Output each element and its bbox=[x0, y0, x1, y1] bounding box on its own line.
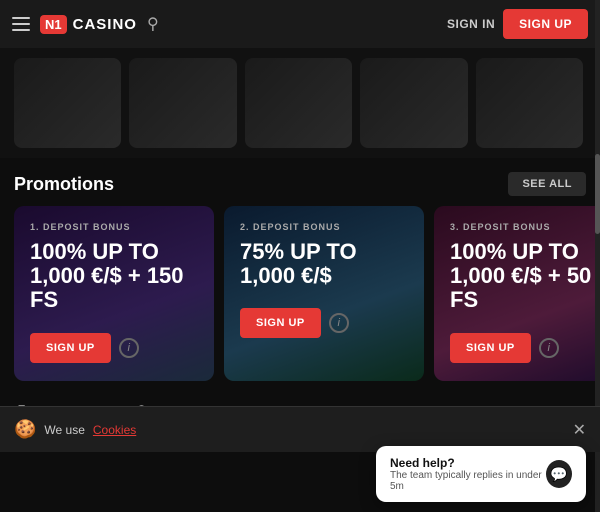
promo-bottom-2: SIGN UP i bbox=[240, 308, 408, 338]
header: N1 CASINO ⚲ SIGN IN SIGN UP bbox=[0, 0, 600, 48]
promo-signup-button-3[interactable]: SIGN UP bbox=[450, 333, 531, 363]
info-icon-1[interactable]: i bbox=[119, 338, 139, 358]
promo-deposit-label-3: 3. DEPOSIT BONUS bbox=[450, 222, 600, 232]
game-thumb-3[interactable] bbox=[245, 58, 352, 148]
chat-bubble-icon[interactable]: 💬 bbox=[546, 460, 572, 488]
header-left: N1 CASINO ⚲ bbox=[12, 14, 159, 34]
promo-bottom-3: SIGN UP i bbox=[450, 333, 600, 363]
chat-subtext: The team typically replies in under 5m bbox=[390, 470, 546, 492]
see-all-button[interactable]: SEE ALL bbox=[508, 172, 586, 196]
scrollbar-thumb[interactable] bbox=[595, 154, 600, 234]
promo-amount-2: 75% UP TO 1,000 €/$ bbox=[240, 240, 408, 288]
promotions-title: Promotions bbox=[14, 174, 114, 195]
header-right: SIGN IN SIGN UP bbox=[447, 9, 588, 39]
cookie-link[interactable]: Cookies bbox=[93, 423, 136, 437]
chat-text-block: Need help? The team typically replies in… bbox=[390, 456, 546, 492]
signin-button[interactable]: SIGN IN bbox=[447, 17, 495, 31]
promo-deposit-label-2: 2. DEPOSIT BONUS bbox=[240, 222, 408, 232]
promotions-header: Promotions SEE ALL bbox=[0, 158, 600, 206]
chat-widget[interactable]: Need help? The team typically replies in… bbox=[376, 446, 586, 502]
logo-container: N1 CASINO bbox=[40, 15, 137, 34]
promotions-row: 1. DEPOSIT BONUS 100% UP TO 1,000 €/$ + … bbox=[0, 206, 600, 381]
info-icon-2[interactable]: i bbox=[329, 313, 349, 333]
game-thumb-4[interactable] bbox=[360, 58, 467, 148]
game-thumb-1[interactable] bbox=[14, 58, 121, 148]
promo-card-1: 1. DEPOSIT BONUS 100% UP TO 1,000 €/$ + … bbox=[14, 206, 214, 381]
cookie-left: 🍪 We use Cookies bbox=[14, 419, 136, 440]
logo-n1: N1 bbox=[40, 15, 67, 34]
game-thumb-5[interactable] bbox=[476, 58, 583, 148]
promo-amount-3: 100% UP TO 1,000 €/$ + 50 FS bbox=[450, 240, 600, 313]
signup-button[interactable]: SIGN UP bbox=[503, 9, 588, 39]
game-thumb-2[interactable] bbox=[129, 58, 236, 148]
thumbnails-row bbox=[0, 48, 600, 158]
info-icon-3[interactable]: i bbox=[539, 338, 559, 358]
promo-deposit-label-1: 1. DEPOSIT BONUS bbox=[30, 222, 198, 232]
cookie-text: We use bbox=[44, 423, 84, 437]
chat-need-help: Need help? bbox=[390, 456, 546, 470]
promo-card-2: 2. DEPOSIT BONUS 75% UP TO 1,000 €/$ SIG… bbox=[224, 206, 424, 381]
logo-casino: CASINO bbox=[73, 16, 137, 33]
menu-icon[interactable] bbox=[12, 17, 30, 31]
search-icon[interactable]: ⚲ bbox=[147, 14, 159, 34]
promo-card-3: 3. DEPOSIT BONUS 100% UP TO 1,000 €/$ + … bbox=[434, 206, 600, 381]
cookie-icon: 🍪 bbox=[14, 419, 36, 440]
promo-bottom-1: SIGN UP i bbox=[30, 333, 198, 363]
promo-signup-button-2[interactable]: SIGN UP bbox=[240, 308, 321, 338]
promo-signup-button-1[interactable]: SIGN UP bbox=[30, 333, 111, 363]
cookie-close-button[interactable]: ✕ bbox=[573, 420, 586, 440]
promo-amount-1: 100% UP TO 1,000 €/$ + 150 FS bbox=[30, 240, 198, 313]
